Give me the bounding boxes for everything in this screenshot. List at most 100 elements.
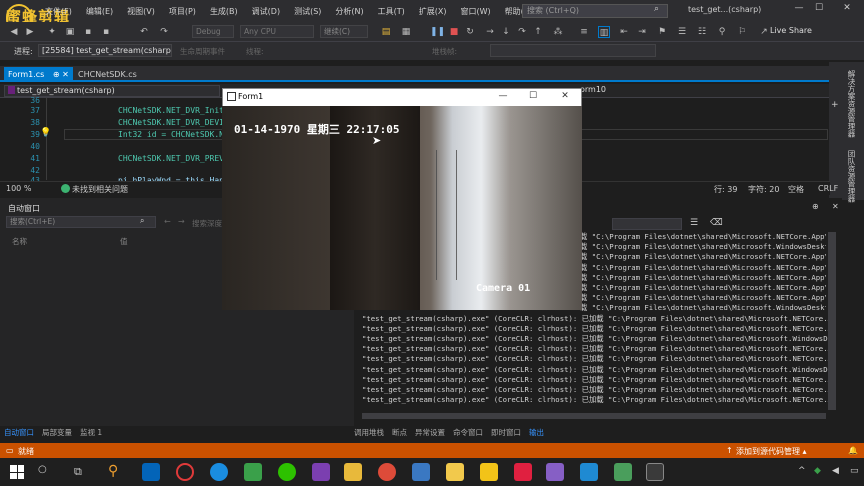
wechat-icon[interactable] <box>278 463 296 481</box>
tab-command-window[interactable]: 命令窗口 <box>449 427 487 438</box>
tab-watch1[interactable]: 监视 1 <box>76 427 106 438</box>
autos-search-input[interactable]: 搜索(Ctrl+E) <box>6 216 156 228</box>
clear-output-icon[interactable]: ⌫ <box>710 218 723 228</box>
hex-icon[interactable]: ⁂ <box>552 26 564 38</box>
bookmark-icon[interactable]: ⚑ <box>656 26 668 38</box>
form1-close-icon[interactable]: ✕ <box>558 91 572 101</box>
save-icon[interactable]: ▪ <box>82 26 94 38</box>
nav-back-icon[interactable]: ← <box>164 217 171 226</box>
split-add-icon[interactable]: + <box>831 100 839 110</box>
tab-locals[interactable]: 局部变量 <box>38 427 76 438</box>
windows-start-icon[interactable] <box>10 465 24 479</box>
live-share-button[interactable]: Live Share <box>770 26 812 35</box>
visual-studio-icon[interactable] <box>546 463 564 481</box>
menu-item[interactable]: 窗口(W) <box>454 6 498 17</box>
tab-breakpoints[interactable]: 断点 <box>388 427 411 438</box>
search-icon[interactable]: ⌕ <box>140 216 144 226</box>
folder-icon[interactable]: ▤ <box>380 26 392 38</box>
app-camera-icon[interactable] <box>614 463 632 481</box>
onenote-icon[interactable] <box>312 463 330 481</box>
continue-button[interactable]: 继续(C) <box>320 25 368 38</box>
lightbulb-icon[interactable]: 💡 <box>40 128 51 138</box>
issues-status[interactable]: 未找到相关问题 <box>72 184 128 195</box>
comment-icon[interactable]: ☰ <box>676 26 688 38</box>
layout-icon[interactable]: ▥ <box>598 26 610 38</box>
show-next-icon[interactable]: → <box>484 26 496 38</box>
edge-icon[interactable] <box>210 463 228 481</box>
outlook-icon[interactable] <box>142 463 160 481</box>
search-icon[interactable]: ⌕ <box>654 4 659 14</box>
new-item-icon[interactable]: ✦ <box>46 26 58 38</box>
tab-output[interactable]: 输出 <box>525 427 548 438</box>
stack-frame-select[interactable] <box>490 44 656 57</box>
step-out-icon[interactable]: ↑ <box>532 26 544 38</box>
menu-item[interactable]: 文件(F) <box>38 6 79 17</box>
uncomment-icon[interactable]: ☷ <box>696 26 708 38</box>
app-red-icon[interactable] <box>176 463 194 481</box>
stop-icon[interactable]: ■ <box>448 26 460 38</box>
speaker-icon[interactable]: ◀ <box>832 466 839 476</box>
forward-icon[interactable]: ▶ <box>24 26 36 38</box>
pause-icon[interactable]: ❚❚ <box>430 26 445 38</box>
nav-forward-icon[interactable]: → <box>178 217 185 226</box>
platform-select[interactable]: Any CPU <box>240 25 314 38</box>
step-over-icon[interactable]: ↷ <box>516 26 528 38</box>
menu-item[interactable]: 项目(P) <box>162 6 203 17</box>
indent-icon[interactable]: ⇤ <box>618 26 630 38</box>
action-center-icon[interactable]: ▭ <box>850 466 859 476</box>
step-into-icon[interactable]: ↓ <box>500 26 512 38</box>
team-explorer-tab[interactable]: 团队资源管理器 <box>846 150 857 203</box>
output-source-select[interactable] <box>612 218 682 230</box>
form1-maximize-icon[interactable]: ☐ <box>526 91 540 101</box>
form1-minimize-icon[interactable]: — <box>496 91 510 101</box>
column-header-value[interactable]: 值 <box>120 236 128 247</box>
notification-bell-icon[interactable]: 🔔 <box>848 446 858 455</box>
live-share-icon[interactable]: ↗ <box>758 26 770 38</box>
menu-item[interactable]: 视图(V) <box>120 6 162 17</box>
process-select[interactable]: [25584] test_get_stream(csharp <box>38 44 172 57</box>
menu-item[interactable]: 测试(S) <box>287 6 328 17</box>
column-header-name[interactable]: 名称 <box>12 236 27 247</box>
app-green-icon[interactable] <box>244 463 262 481</box>
thread-icon[interactable]: ≡ <box>578 26 590 38</box>
tray-chevron-icon[interactable]: ^ <box>798 466 806 476</box>
redo-icon[interactable]: ↷ <box>158 26 170 38</box>
python-icon[interactable] <box>412 463 430 481</box>
restart-icon[interactable]: ↻ <box>464 26 476 38</box>
zoom-level[interactable]: 100 % <box>6 184 31 193</box>
camera-icon[interactable]: ▦ <box>400 26 412 38</box>
search-app-icon[interactable]: ⚲ <box>108 463 126 481</box>
back-icon[interactable]: ◀ <box>8 26 20 38</box>
output-vertical-scrollbar[interactable] <box>828 232 836 410</box>
lifecycle-events[interactable]: 生命周期事件 <box>180 46 225 57</box>
open-icon[interactable]: ▣ <box>64 26 76 38</box>
panel-close-icon[interactable]: ✕ <box>832 202 839 211</box>
add-to-source-control[interactable]: 添加到源代码管理 ▴ <box>736 446 807 457</box>
config-select[interactable]: Debug <box>192 25 234 38</box>
tab-exception-settings[interactable]: 异常设置 <box>411 427 449 438</box>
bookmark-next-icon[interactable]: ⚐ <box>736 26 748 38</box>
minimize-icon[interactable]: — <box>790 3 808 17</box>
chrome-icon[interactable] <box>378 463 396 481</box>
pin-icon[interactable]: ⊕ <box>812 202 819 211</box>
menu-item[interactable]: 扩展(X) <box>412 6 454 17</box>
tab-chcnetsdk-cs[interactable]: CHCNetSDK.cs <box>74 67 141 82</box>
menu-item[interactable]: 调试(D) <box>245 6 287 17</box>
tab-form1-cs[interactable]: Form1.cs ⊕ ✕ <box>4 67 73 82</box>
form-app-icon[interactable] <box>646 463 664 481</box>
tray-app-icon[interactable]: ◆ <box>814 466 821 476</box>
menu-item[interactable]: 生成(B) <box>203 6 245 17</box>
word-wrap-icon[interactable]: ☰ <box>690 218 698 228</box>
tab-immediate-window[interactable]: 即时窗口 <box>487 427 525 438</box>
output-horizontal-scrollbar[interactable] <box>362 413 826 419</box>
maximize-icon[interactable]: ☐ <box>810 3 828 17</box>
member-nav-select[interactable]: orm10 <box>580 85 606 94</box>
save-all-icon[interactable]: ▪ <box>100 26 112 38</box>
tab-call-stack[interactable]: 调用堆栈 <box>350 427 388 438</box>
app-yellow-icon[interactable] <box>480 463 498 481</box>
menu-item[interactable]: 编辑(E) <box>79 6 120 17</box>
menu-item[interactable]: 工具(T) <box>371 6 412 17</box>
outdent-icon[interactable]: ⇥ <box>636 26 648 38</box>
vscode-icon[interactable] <box>580 463 598 481</box>
file-explorer-icon[interactable] <box>344 463 362 481</box>
